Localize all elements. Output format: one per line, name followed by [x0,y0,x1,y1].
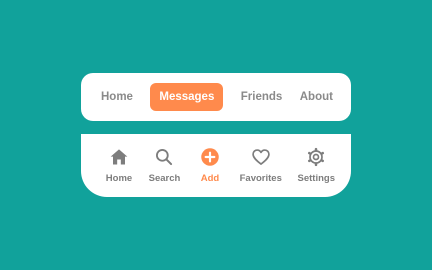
bottom-navigation-bar: Home Search Add Favorites Settings [81,134,351,197]
heart-icon [251,149,270,165]
tab-home[interactable]: Home [101,83,133,111]
bottom-nav-home-label: Home [105,173,133,184]
gear-icon [308,147,325,167]
bottom-nav-favorites[interactable]: Favorites [240,147,282,197]
search-icon [156,149,173,166]
bottom-nav-add[interactable]: Add [196,147,224,197]
top-tab-bar: Home Messages Friends About [81,73,351,121]
bottom-nav-home[interactable]: Home [105,147,133,197]
tab-messages[interactable]: Messages [150,83,224,111]
bottom-nav-settings[interactable]: Settings [298,147,335,197]
add-icon [201,148,219,166]
tab-friends[interactable]: Friends [241,83,283,111]
bottom-nav-search[interactable]: Search [148,147,181,197]
home-icon [110,149,128,165]
bottom-nav-search-label: Search [148,173,181,184]
bottom-nav-favorites-label: Favorites [239,173,282,184]
bottom-nav-settings-label: Settings [297,173,335,184]
tab-about[interactable]: About [300,83,333,111]
bottom-nav-add-label: Add [200,173,220,184]
